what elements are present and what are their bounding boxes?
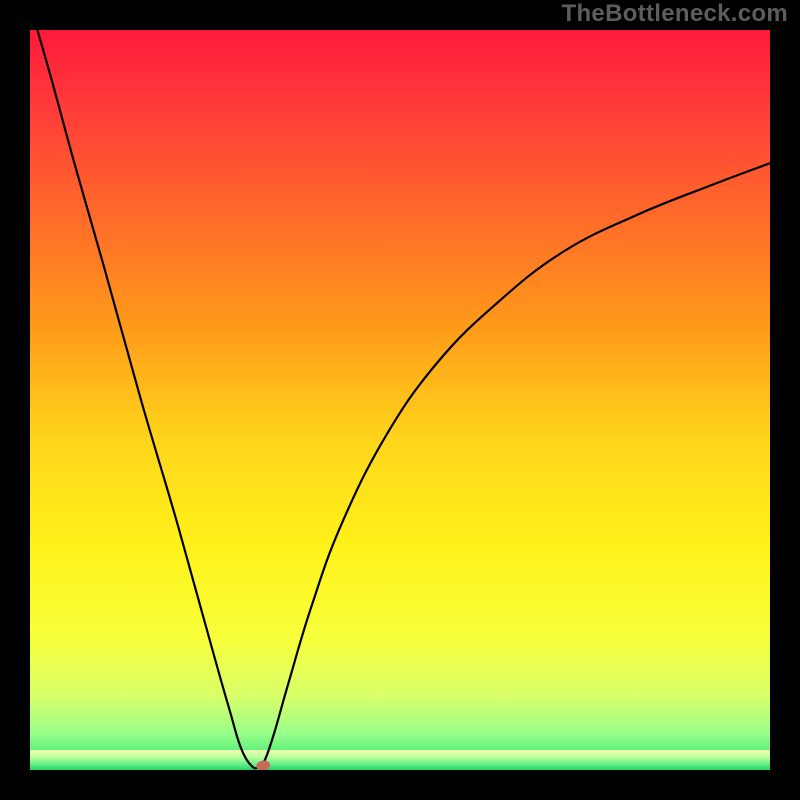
watermark-text: TheBottleneck.com (562, 0, 788, 28)
green-band (30, 750, 770, 770)
bottleneck-chart (30, 30, 770, 770)
chart-frame: TheBottleneck.com (0, 0, 800, 800)
